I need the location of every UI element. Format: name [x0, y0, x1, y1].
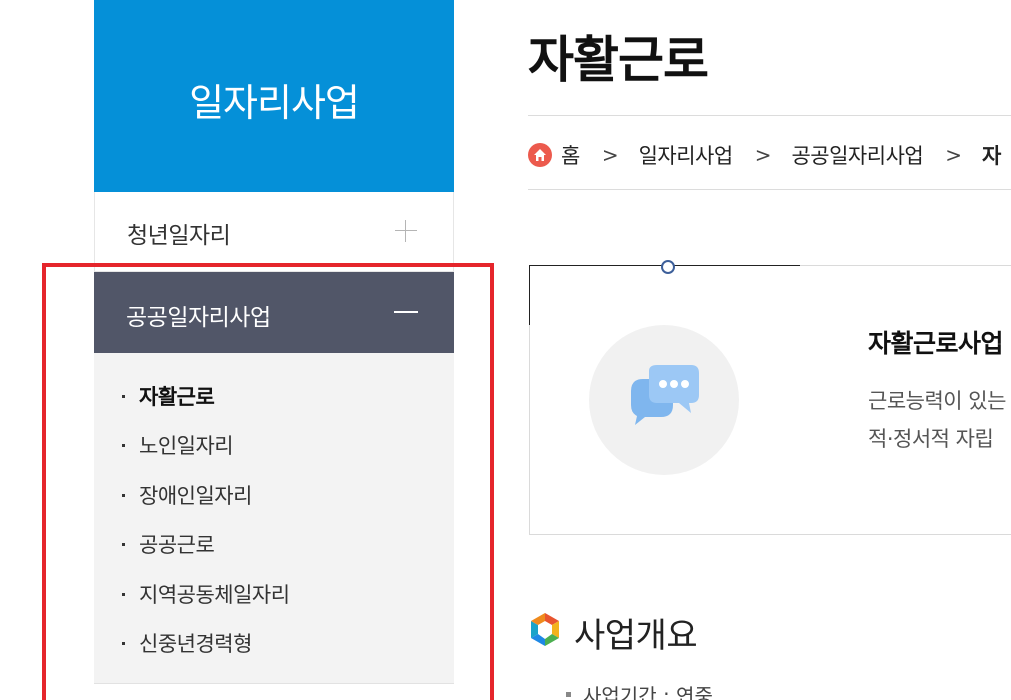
- submenu-item-label: 공공근로: [139, 533, 215, 557]
- bullet-icon: [122, 542, 125, 546]
- submenu-item-label: 지역공동체일자리: [139, 583, 290, 607]
- plus-icon[interactable]: [395, 220, 417, 242]
- submenu-item-midlife-career[interactable]: 신중년경력형: [122, 628, 252, 658]
- list-item: 사업기간 : 연중: [566, 680, 713, 700]
- bullet-icon: [122, 493, 125, 497]
- card-description: 적·정서적 자립: [868, 427, 994, 451]
- sidebar-header: 일자리사업: [94, 0, 454, 192]
- sidebar-item-public-jobs[interactable]: 공공일자리사업: [94, 272, 454, 353]
- bullet-icon: [122, 592, 125, 596]
- page-title: 자활근로: [528, 31, 709, 89]
- chevron-right-icon: >: [945, 143, 962, 167]
- divider: [528, 189, 1011, 190]
- submenu-item-public-works[interactable]: 공공근로: [122, 529, 215, 559]
- card-border: [529, 325, 530, 535]
- chevron-right-icon: >: [601, 143, 619, 167]
- section-title: 사업개요: [574, 616, 698, 656]
- sidebar-title: 일자리사업: [189, 80, 360, 125]
- section-logo-icon: [531, 613, 559, 646]
- bullet-icon: [122, 394, 125, 398]
- divider: [528, 115, 1011, 116]
- breadcrumb-current: 자: [981, 144, 1001, 168]
- submenu-item-community-jobs[interactable]: 지역공동체일자리: [122, 579, 290, 609]
- submenu-item-senior-jobs[interactable]: 노인일자리: [122, 430, 234, 460]
- chevron-right-icon: >: [754, 143, 772, 167]
- breadcrumb-item[interactable]: 공공일자리사업: [791, 140, 923, 170]
- bullet-icon: [122, 443, 125, 447]
- breadcrumb-item[interactable]: 일자리사업: [639, 140, 734, 170]
- list-item-text: 사업기간 : 연중: [583, 684, 713, 700]
- sidebar-item-label: 공공일자리사업: [126, 305, 271, 331]
- bullet-icon: [122, 641, 125, 645]
- bullet-icon: [566, 692, 571, 697]
- breadcrumb-home[interactable]: 홈: [561, 140, 580, 170]
- sidebar-submenu: 자활근로 노인일자리 장애인일자리 공공근로 지역공동체일자리 신중년경력형: [94, 353, 454, 684]
- submenu-item-self-sufficiency[interactable]: 자활근로: [122, 381, 215, 411]
- submenu-item-label: 장애인일자리: [139, 484, 252, 508]
- submenu-item-label: 자활근로: [139, 385, 215, 409]
- breadcrumb: 홈 > 일자리사업 > 공공일자리사업 > 자: [528, 138, 1001, 172]
- sidebar-item-youth-jobs[interactable]: 청년일자리: [94, 192, 454, 272]
- submenu-item-disabled-jobs[interactable]: 장애인일자리: [122, 480, 252, 510]
- card-accent-dot: [661, 260, 675, 274]
- submenu-item-label: 신중년경력형: [139, 632, 252, 656]
- chat-bubbles-icon: [589, 325, 739, 475]
- sidebar-item-label: 청년일자리: [127, 223, 231, 249]
- card-accent-line: [529, 265, 530, 325]
- card-description: 근로능력이 있는: [868, 389, 1006, 413]
- minus-icon[interactable]: [394, 311, 418, 313]
- home-icon[interactable]: [528, 143, 552, 167]
- card-title: 자활근로사업: [868, 329, 1004, 358]
- submenu-item-label: 노인일자리: [139, 434, 234, 458]
